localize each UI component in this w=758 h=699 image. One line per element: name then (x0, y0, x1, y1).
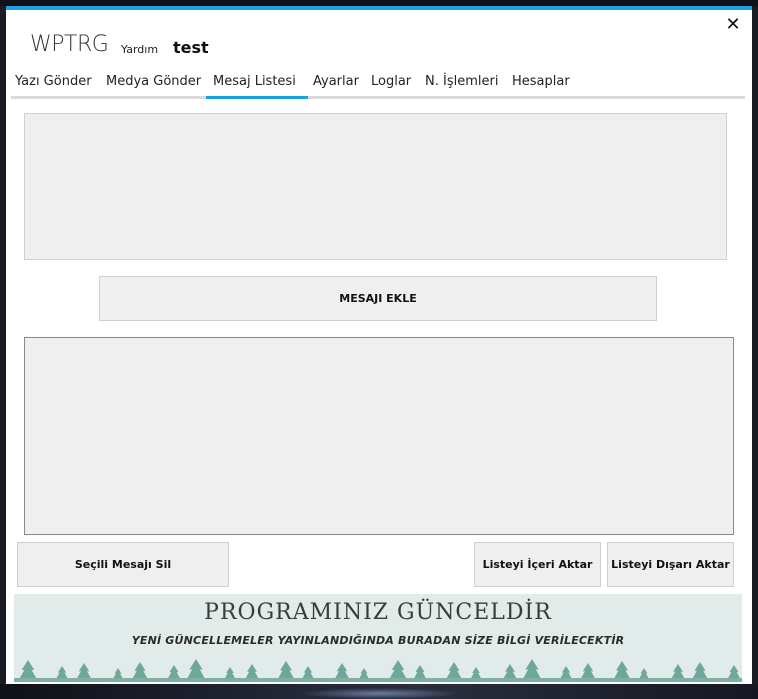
banner-title: PROGRAMINIZ GÜNCELDİR (204, 600, 552, 625)
tree-icon (639, 668, 649, 678)
tree-icon (113, 668, 123, 678)
tree-icon (614, 661, 630, 678)
tree-icon (19, 660, 37, 678)
tab-active-indicator (206, 96, 308, 99)
message-input[interactable] (24, 113, 727, 260)
tree-icon (671, 664, 685, 678)
tree-icon (692, 662, 708, 678)
tab-medya-gonder[interactable]: Medya Gönder (106, 70, 201, 96)
import-list-button[interactable]: Listeyi İçeri Aktar (474, 542, 601, 587)
add-message-button[interactable]: MESAJI EKLE (99, 276, 657, 321)
app-window: ✕ WPTRG Yardım test Yazı Gönder Medya Gö… (6, 6, 752, 684)
tree-line-illustration (14, 659, 742, 682)
tree-icon (523, 659, 541, 678)
close-icon: ✕ (725, 14, 741, 35)
export-list-button[interactable]: Listeyi Dışarı Aktar (607, 542, 734, 587)
tree-icon (728, 665, 740, 678)
message-list[interactable] (24, 337, 734, 535)
tab-mesaj-listesi[interactable]: Mesaj Listesi (213, 70, 296, 96)
tree-icon (414, 665, 426, 678)
update-banner: PROGRAMINIZ GÜNCELDİR YENİ GÜNCELLEMELER… (14, 594, 742, 682)
tree-icon (581, 663, 595, 678)
tree-icon (278, 661, 294, 678)
delete-selected-button[interactable]: Seçili Mesajı Sil (17, 542, 229, 587)
tree-icon (56, 666, 68, 678)
app-title: WPTRG (30, 32, 109, 57)
tree-icon (302, 666, 314, 678)
tree-icon (560, 666, 572, 678)
help-menu[interactable]: Yardım (121, 43, 158, 56)
tab-ayarlar[interactable]: Ayarlar (313, 70, 359, 96)
tree-icon (187, 659, 205, 678)
tree-icon (77, 663, 91, 678)
tab-hesaplar[interactable]: Hesaplar (512, 70, 570, 96)
tree-icon (446, 662, 462, 678)
tree-icon (335, 663, 349, 678)
tree-icon (225, 667, 235, 678)
tree-icon (471, 667, 481, 678)
tree-icon (359, 668, 369, 678)
tree-icon (389, 660, 407, 678)
tab-n-islemleri[interactable]: N. İşlemleri (425, 70, 498, 96)
tab-yazi-gonder[interactable]: Yazı Gönder (15, 70, 92, 96)
tab-loglar[interactable]: Loglar (371, 70, 411, 96)
user-name: test (173, 38, 209, 57)
tab-divider (11, 96, 745, 99)
close-button[interactable]: ✕ (722, 14, 744, 36)
tree-icon (168, 665, 180, 678)
tree-icon (503, 664, 517, 678)
desktop-glow (300, 688, 460, 699)
banner-ground (14, 678, 742, 682)
banner-subtitle: YENİ GÜNCELLEMELER YAYINLANDIĞINDA BURAD… (131, 634, 625, 647)
tree-icon (245, 664, 259, 678)
tree-icon (132, 662, 148, 678)
